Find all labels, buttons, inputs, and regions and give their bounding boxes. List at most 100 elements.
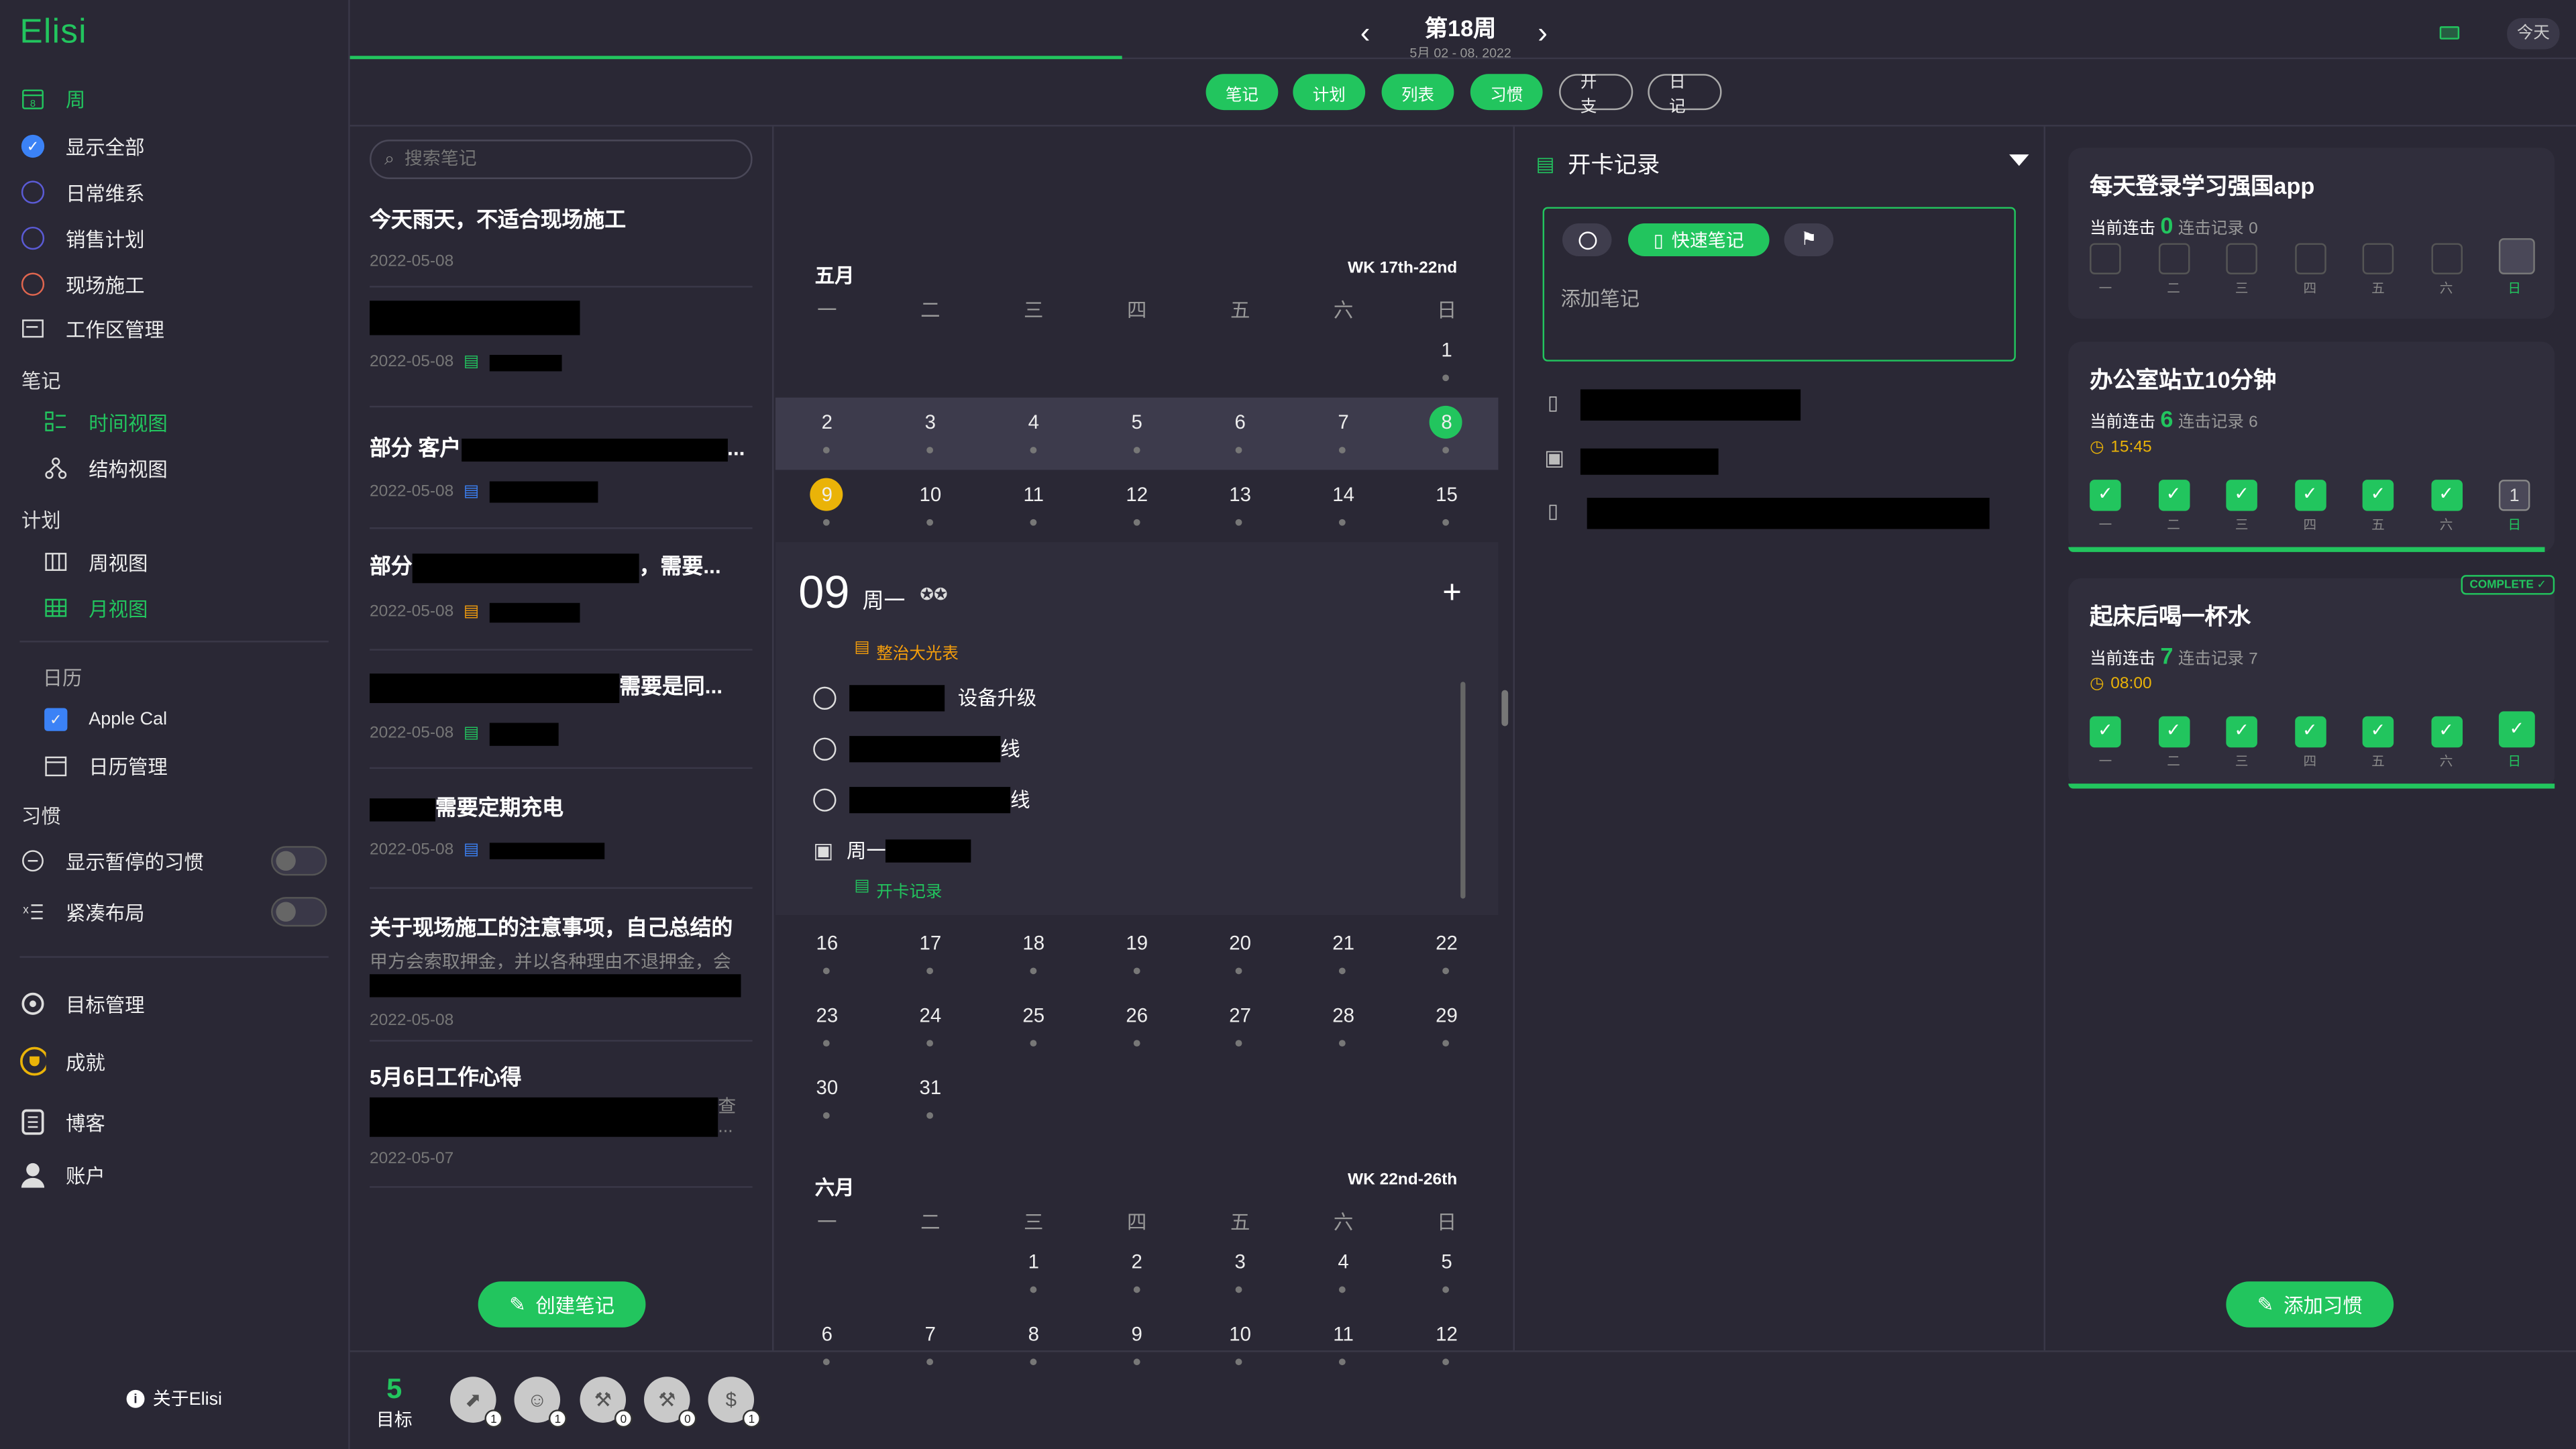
task-checkbox[interactable] [813, 737, 837, 760]
habit-day-checkbox[interactable]: ✓ [2362, 480, 2394, 511]
note-item[interactable]: 5月6日工作心得查... 2022-05-07 [370, 1060, 753, 1168]
add-note-input[interactable]: 添加笔记 [1561, 284, 1640, 313]
habit-day-checkbox[interactable] [2362, 243, 2394, 274]
calendar-day[interactable] [775, 338, 879, 361]
calendar-day[interactable] [1292, 338, 1395, 361]
sidebar-item-achieve[interactable]: 成就 [19, 1045, 105, 1078]
add-habit-button[interactable]: ✎ 添加习惯 [2226, 1281, 2394, 1328]
note-item[interactable]: 部分 客户... 2022-05-08 ▤ [370, 431, 753, 503]
habit-day-checkbox[interactable]: ✓ [2430, 716, 2462, 748]
goal-chart-icon[interactable]: ⬈ 1 [450, 1377, 503, 1428]
sidebar-item-cal-manage[interactable]: 日历管理 [43, 749, 168, 782]
habit-day-checkbox[interactable]: ✓ [2090, 716, 2121, 748]
create-note-button[interactable]: ✎ 创建笔记 [478, 1281, 646, 1328]
habit-card[interactable]: 起床后喝一杯水 当前连击 7 连击记录 7 ◷ 08:00 ✓ 一 ✓ 二 ✓ 三 ✓ 四 ✓ 五 ✓ 六 ✓ 日 COM… [2068, 575, 2555, 789]
tab-notes[interactable]: 笔记 [1205, 74, 1279, 111]
calendar-day[interactable]: 1 [982, 1250, 1085, 1273]
quick-note-button[interactable]: ▯ 快速笔记 [1627, 223, 1770, 257]
compact-toggle[interactable] [271, 897, 327, 927]
habit-day-checkbox[interactable]: ✓ [2294, 716, 2326, 748]
goal-people-icon[interactable]: ☺ 1 [514, 1377, 567, 1428]
calendar-day[interactable] [982, 1076, 1085, 1099]
day-scrollbar[interactable] [1460, 682, 1466, 899]
calendar-day[interactable]: 8 [982, 1322, 1085, 1345]
calendar-day[interactable] [775, 1250, 879, 1273]
tab-habit[interactable]: 习惯 [1470, 74, 1543, 111]
calendar-day[interactable]: 12 [1395, 1322, 1499, 1345]
calendar-day[interactable]: 10 [879, 483, 982, 506]
calendar-day[interactable]: 18 [982, 932, 1085, 955]
goal-hiking-icon[interactable]: ⚒ 0 [644, 1377, 697, 1428]
note-item[interactable]: 2022-05-08 ▤ [370, 301, 753, 371]
habit-card[interactable]: 每天登录学习强国app 当前连击 0 连击记录 0 一二三四五六日 [2068, 148, 2555, 319]
task-item[interactable]: ▣ 周一 [813, 837, 972, 865]
habit-card[interactable]: 办公室站立10分钟 当前连击 6 连击记录 6 ◷ 15:45 ✓ 一 ✓ 二 ✓ 三 ✓ 四 ✓ 五 ✓ 六 1 日 [2068, 341, 2555, 552]
calendar-day[interactable] [1085, 338, 1189, 361]
calendar-day[interactable]: 3 [879, 411, 982, 433]
calendar-day[interactable]: 30 [775, 1076, 879, 1099]
filter-sales[interactable]: 销售计划 [19, 222, 145, 255]
note-item[interactable]: 今天雨天，不适合现场施工 2022-05-08 [370, 202, 753, 272]
habit-day-checkbox[interactable]: ✓ [2090, 480, 2121, 511]
sidebar-item-week[interactable]: 8 周 [19, 82, 85, 115]
calendar-day[interactable]: 19 [1085, 932, 1189, 955]
calendar-day[interactable]: 1 [1395, 338, 1499, 361]
calendar-day[interactable]: 28 [1292, 1004, 1395, 1026]
note-item[interactable]: 需要定期充电 2022-05-08 ▤ [370, 790, 753, 859]
calendar-day[interactable]: 2 [1085, 1250, 1189, 1273]
task-checkbox[interactable] [813, 686, 837, 709]
habit-day-checkbox[interactable] [2226, 243, 2257, 274]
calendar-day[interactable] [1395, 1076, 1499, 1099]
habit-day-checkbox[interactable] [2090, 243, 2121, 274]
calendar-day[interactable]: 23 [775, 1004, 879, 1026]
sidebar-item-month-view[interactable]: 月视图 [43, 592, 148, 625]
calendar-day[interactable]: 9 [775, 483, 879, 506]
apple-cal-toggle[interactable]: ✓ Apple Cal [43, 703, 167, 736]
sidebar-item-struct-view[interactable]: 结构视图 [43, 451, 168, 484]
calendar-day[interactable]: 29 [1395, 1004, 1499, 1026]
sidebar-item-workspace[interactable]: 工作区管理 [19, 312, 164, 345]
keyboard-icon[interactable] [2439, 26, 2460, 40]
sidebar-item-blog[interactable]: 博客 [19, 1106, 105, 1138]
filter-show-all[interactable]: ✓ 显示全部 [19, 129, 145, 162]
calendar-day[interactable]: 10 [1189, 1322, 1292, 1345]
habit-day-checkbox[interactable]: ✓ [2157, 480, 2190, 511]
calendar-day[interactable]: 13 [1189, 483, 1292, 506]
calendar-day[interactable]: 12 [1085, 483, 1189, 506]
tab-diary[interactable]: 日记 [1648, 74, 1722, 117]
calendar-day[interactable]: 8 [1395, 411, 1499, 433]
sidebar-item-time-view[interactable]: 时间视图 [43, 406, 168, 439]
calendar-day[interactable] [1189, 338, 1292, 361]
search-box[interactable]: ⌕ [370, 140, 753, 179]
calendar-day[interactable]: 17 [879, 932, 982, 955]
calendar-day[interactable]: 7 [879, 1322, 982, 1345]
calendar-scrollbar[interactable] [1501, 690, 1509, 727]
task-item[interactable]: 线 [813, 735, 1020, 763]
calendar-day[interactable]: 4 [1292, 1250, 1395, 1273]
goals-counter[interactable]: 5 目标 [374, 1373, 414, 1432]
flag-button[interactable]: ⚑ [1784, 223, 1834, 257]
calendar-day[interactable]: 24 [879, 1004, 982, 1026]
calendar-day[interactable]: 4 [982, 411, 1085, 433]
calendar-day[interactable]: 3 [1189, 1250, 1292, 1273]
sidebar-item-week-view[interactable]: 周视图 [43, 545, 148, 578]
calendar-day[interactable]: 7 [1292, 411, 1395, 433]
calendar-day[interactable]: 26 [1085, 1004, 1189, 1026]
show-paused-toggle[interactable] [271, 846, 327, 876]
task-item[interactable]: 线 [813, 786, 1030, 814]
calendar-day[interactable] [879, 1250, 982, 1273]
calendar-day[interactable]: 27 [1189, 1004, 1292, 1026]
calendar-day[interactable]: 6 [1189, 411, 1292, 433]
habit-day-checkbox[interactable]: ✓ [2226, 480, 2257, 511]
goal-hiking-icon[interactable]: ⚒ 0 [580, 1377, 633, 1428]
sidebar-item-account[interactable]: 账户 [19, 1159, 105, 1191]
filter-daily[interactable]: 日常维系 [19, 176, 145, 209]
calendar-day[interactable]: 6 [775, 1322, 879, 1345]
filter-site[interactable]: 现场施工 [19, 268, 145, 301]
tab-plan[interactable]: 计划 [1293, 74, 1366, 111]
note-item[interactable]: 部分 ，需要... 2022-05-08 ▤ [370, 549, 753, 623]
calendar-day[interactable]: 11 [1292, 1322, 1395, 1345]
calendar-day[interactable] [982, 338, 1085, 361]
calendar-day[interactable]: 5 [1395, 1250, 1499, 1273]
note-item[interactable]: 关于现场施工的注意事项，自己总结的 甲方会索取押金，并以各种理由不退押金，会 202… [370, 910, 753, 1030]
